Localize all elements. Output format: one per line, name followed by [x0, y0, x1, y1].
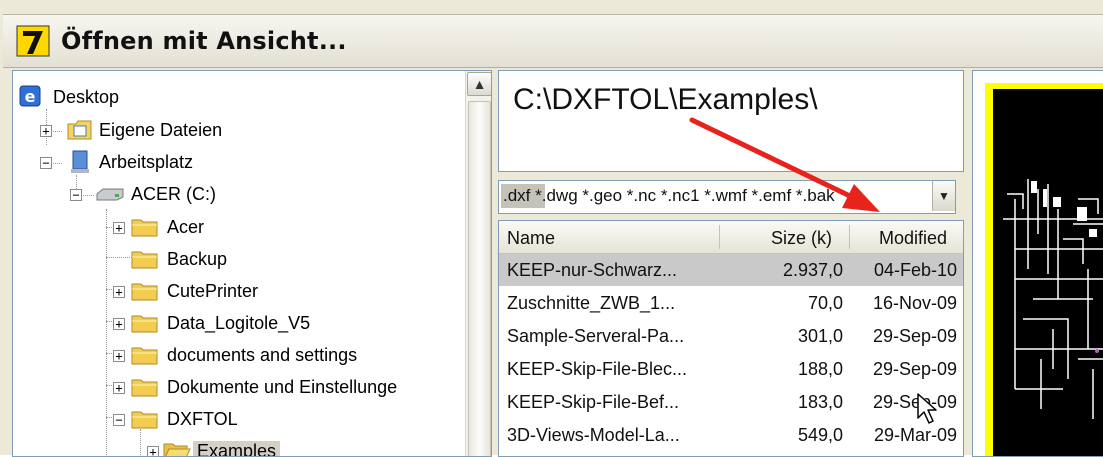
tree-item-label: Acer: [167, 217, 205, 237]
file-size: 2.937,0: [782, 260, 843, 280]
file-name: KEEP-nur-Schwarz...: [507, 260, 678, 280]
file-size: 188,0: [797, 359, 843, 379]
file-modified: 29-Mar-09: [873, 425, 957, 445]
file-type-filter[interactable]: .dxf *.dwg *.geo *.nc *.nc1 *.wmf *.emf …: [498, 180, 956, 214]
hard-drive-icon: [96, 188, 124, 201]
file-modified: 29-Sep-09: [872, 392, 957, 412]
folder-tree[interactable]: e Desktop + Eigene Dateien − Arbeitsplat…: [12, 70, 492, 457]
svg-text:e: e: [25, 87, 36, 106]
file-modified: 04-Feb-10: [873, 260, 957, 280]
tree-scrollbar[interactable]: ▲: [465, 71, 491, 456]
tree-item-label: Eigene Dateien: [99, 120, 223, 140]
tree-item-folder-selected[interactable]: + Examples: [13, 437, 463, 456]
tree-item-desktop[interactable]: e Desktop: [13, 83, 463, 113]
scroll-thumb[interactable]: [468, 101, 491, 456]
expand-icon[interactable]: +: [40, 125, 52, 137]
tree-item-folder[interactable]: + Dokumente und Einstellunge: [13, 373, 463, 403]
collapse-icon[interactable]: −: [113, 414, 125, 426]
dropdown-arrow-icon[interactable]: ▼: [932, 181, 955, 211]
file-modified: 29-Sep-09: [872, 359, 957, 379]
file-name: Sample-Serveral-Pa...: [507, 326, 685, 346]
file-list[interactable]: Name Size (k) Modified KEEP-nur-Schwarz.…: [498, 220, 964, 457]
file-row[interactable]: 3D-Views-Model-La... 549,0 29-Mar-09: [499, 419, 963, 451]
file-row-selected[interactable]: KEEP-nur-Schwarz... 2.937,0 04-Feb-10: [499, 254, 963, 286]
file-name: 3D-Views-Model-La...: [507, 425, 680, 445]
file-size: 70,0: [807, 293, 843, 313]
path-display: C:\DXFTOL\Examples\: [498, 70, 964, 172]
expand-icon[interactable]: +: [113, 222, 125, 234]
tree-item-folder[interactable]: Backup: [13, 245, 463, 275]
drawing-preview[interactable]: [993, 89, 1103, 456]
filter-text: .dxf *.dwg *.geo *.nc *.nc1 *.wmf *.emf …: [503, 186, 835, 205]
file-modified: 29-Sep-09: [872, 326, 957, 346]
tree-item-folder[interactable]: − DXFTOL: [13, 405, 463, 435]
file-row[interactable]: Sample-Serveral-Pa... 301,0 29-Sep-09: [499, 320, 963, 352]
drawing-lines-icon: [1003, 179, 1103, 419]
computer-icon: [71, 150, 89, 173]
window-title: Öffnen mit Ansicht...: [61, 27, 347, 55]
expand-icon[interactable]: +: [113, 286, 125, 298]
collapse-icon[interactable]: −: [40, 157, 52, 169]
folder-icon: [131, 315, 158, 333]
tree-item-eigene-dateien[interactable]: + Eigene Dateien: [13, 116, 463, 146]
folder-icon: [131, 347, 158, 365]
expand-icon[interactable]: +: [113, 318, 125, 330]
tree-item-folder[interactable]: + Acer: [13, 213, 463, 243]
file-name: Zuschnitte_ZWB_1...: [507, 293, 676, 313]
file-modified: 16-Nov-09: [872, 293, 957, 313]
list-header: Name Size (k) Modified: [499, 221, 963, 254]
tree-item-label: Data_Logitole_V5: [167, 313, 311, 333]
preview-frame: [985, 83, 1103, 456]
expand-icon[interactable]: +: [113, 382, 125, 394]
file-row[interactable]: KEEP-Skip-File-Blec... 188,0 29-Sep-09: [499, 353, 963, 385]
file-size: 301,0: [797, 326, 843, 346]
tree-item-acer-drive[interactable]: − ACER (C:): [13, 180, 463, 210]
desktop-icon: e: [19, 85, 41, 107]
tree-item-label: Arbeitsplatz: [99, 152, 194, 172]
file-row[interactable]: Zuschnitte_ZWB_1... 70,0 16-Nov-09: [499, 287, 963, 319]
file-size: 183,0: [797, 392, 843, 412]
app-logo-icon: [16, 25, 50, 57]
preview-pane: [972, 70, 1103, 457]
tree-item-arbeitsplatz[interactable]: − Arbeitsplatz: [13, 148, 463, 178]
dialog-window: Öffnen mit Ansicht... e Desktop + Eigene…: [0, 0, 1103, 457]
scroll-up-button[interactable]: ▲: [467, 72, 491, 96]
title-bar: Öffnen mit Ansicht...: [3, 14, 1103, 68]
column-name-header[interactable]: Name: [507, 228, 555, 249]
tree-item-label: Backup: [167, 249, 228, 269]
tree-item-label: CutePrinter: [167, 281, 259, 301]
file-row[interactable]: KEEP-Skip-File-Bef... 183,0 29-Sep-09: [499, 386, 963, 418]
tree-item-label: documents and settings: [167, 345, 358, 365]
mouse-cursor-icon: [917, 393, 937, 424]
tree-item-folder[interactable]: + Data_Logitole_V5: [13, 309, 463, 339]
tree-item-label: Dokumente und Einstellunge: [167, 377, 398, 397]
folder-icon: [131, 219, 158, 237]
folder-icon: [131, 283, 158, 301]
expand-icon[interactable]: +: [113, 350, 125, 362]
expand-icon[interactable]: +: [147, 446, 159, 456]
current-path: C:\DXFTOL\Examples\: [513, 83, 818, 116]
folder-icon: [131, 379, 158, 397]
file-name: KEEP-Skip-File-Blec...: [507, 359, 688, 379]
tree-item-label: Desktop: [53, 87, 120, 107]
documents-folder-icon: [67, 120, 92, 140]
tree-item-label: ACER (C:): [131, 184, 216, 204]
folder-icon: [131, 411, 158, 429]
tree-item-folder[interactable]: + CutePrinter: [13, 277, 463, 307]
folder-icon: [131, 251, 158, 269]
tree-item-label: DXFTOL: [167, 409, 238, 429]
collapse-icon[interactable]: −: [70, 189, 82, 201]
file-name: KEEP-Skip-File-Bef...: [507, 392, 680, 412]
column-size-header[interactable]: Size (k): [771, 228, 832, 249]
file-size: 549,0: [797, 425, 843, 445]
tree-item-folder[interactable]: + documents and settings: [13, 341, 463, 371]
column-modified-header[interactable]: Modified: [879, 228, 947, 249]
